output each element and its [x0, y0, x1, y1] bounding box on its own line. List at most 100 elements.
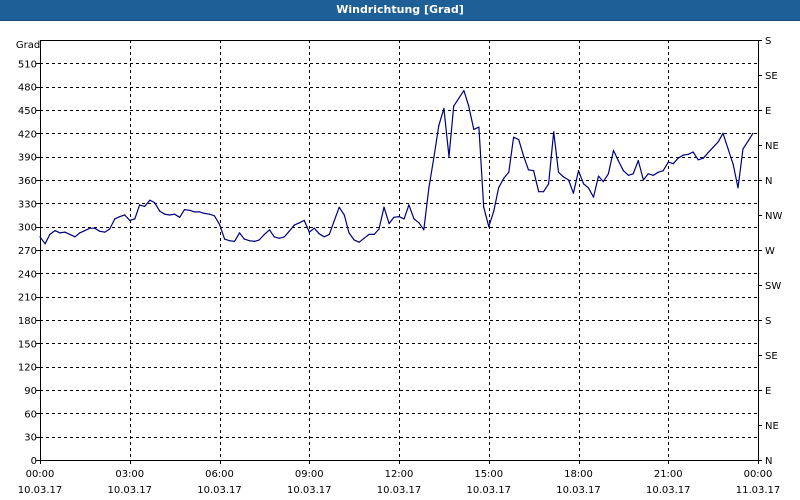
- data-point: [717, 141, 719, 143]
- data-point: [164, 213, 166, 215]
- data-point: [343, 214, 345, 216]
- y-tick-label: 210: [18, 293, 37, 304]
- data-point: [433, 156, 435, 158]
- data-point: [732, 163, 734, 165]
- data-point: [448, 156, 450, 158]
- data-point: [583, 183, 585, 185]
- x-tick-date: 10.03.17: [287, 485, 332, 496]
- data-point: [527, 169, 530, 171]
- data-point: [273, 236, 275, 238]
- data-point: [568, 179, 570, 181]
- data-point: [413, 218, 415, 220]
- data-point: [54, 230, 56, 232]
- data-point: [84, 230, 86, 232]
- data-point: [632, 173, 634, 175]
- data-point: [493, 210, 495, 212]
- data-point: [592, 196, 595, 198]
- data-point: [503, 177, 505, 179]
- x-tick-time: 18:00: [564, 469, 593, 480]
- data-point: [647, 173, 649, 175]
- x-tick-date: 10.03.17: [466, 485, 511, 496]
- data-point: [438, 125, 440, 127]
- data-point: [258, 239, 260, 241]
- data-point: [483, 206, 485, 208]
- data-point: [378, 228, 380, 230]
- data-point: [213, 215, 215, 217]
- data-point: [134, 218, 136, 220]
- data-point: [228, 240, 230, 242]
- right-tick-label: E: [765, 386, 771, 397]
- y-tick-label: 180: [18, 316, 37, 327]
- data-point: [368, 233, 370, 235]
- data-point: [468, 105, 470, 107]
- y-tick-label: 120: [18, 363, 37, 374]
- data-point: [642, 179, 645, 181]
- y-axis-labels: 0 30 60 90 120 150 180 210 240 270 300 330 360 390 420…: [18, 59, 37, 467]
- wind-direction-chart: 0 30 60 90 120 150 180 210 240 270 300 330 360 390 420…: [16, 36, 783, 496]
- y-tick-label: 330: [18, 199, 37, 210]
- data-point: [538, 191, 540, 193]
- right-tick-label: SE: [765, 71, 778, 82]
- data-point: [682, 154, 684, 156]
- data-point: [687, 153, 689, 155]
- data-point: [189, 209, 191, 211]
- data-point: [224, 238, 226, 240]
- data-point: [49, 233, 51, 235]
- data-point: [518, 139, 520, 141]
- data-point: [363, 237, 365, 239]
- data-point: [353, 239, 355, 241]
- x-tick-date: 10.03.17: [107, 485, 152, 496]
- right-tick-label: N: [765, 176, 772, 187]
- data-point: [508, 171, 510, 173]
- x-tick-date: 11.03.17: [736, 485, 781, 496]
- x-tick-time: 21:00: [654, 469, 683, 480]
- data-point: [677, 157, 679, 159]
- data-point: [149, 199, 151, 201]
- data-point: [523, 156, 525, 158]
- y-tick-label: 420: [18, 129, 37, 140]
- series-layer: [39, 90, 754, 245]
- data-point: [393, 216, 395, 218]
- y-tick-label: 90: [24, 386, 37, 397]
- data-point: [104, 231, 106, 233]
- data-point: [59, 232, 61, 234]
- data-point: [672, 163, 674, 165]
- grid: [36, 40, 759, 464]
- data-point: [577, 170, 580, 172]
- data-point: [69, 233, 71, 235]
- data-point: [333, 220, 335, 222]
- data-point: [338, 206, 340, 208]
- right-tick-label: S: [765, 36, 771, 47]
- data-point: [209, 213, 211, 215]
- data-point: [313, 227, 315, 229]
- x-tick-time: 03:00: [115, 469, 144, 480]
- right-tick-label: NE: [765, 141, 779, 152]
- y-tick-label: 60: [24, 409, 37, 420]
- data-point: [548, 183, 550, 185]
- data-point: [328, 233, 330, 235]
- data-point: [159, 210, 161, 212]
- data-point: [308, 231, 310, 233]
- series-line: [39, 90, 754, 245]
- x-tick-time: 09:00: [295, 469, 324, 480]
- data-point: [697, 159, 699, 161]
- data-point: [183, 209, 186, 211]
- data-point: [179, 216, 181, 218]
- data-point: [473, 128, 475, 130]
- data-point: [288, 230, 290, 232]
- x-tick-date: 10.03.17: [197, 485, 242, 496]
- data-point: [553, 131, 555, 133]
- data-point: [268, 229, 271, 231]
- data-point: [74, 236, 76, 238]
- y-tick-label: 30: [24, 433, 37, 444]
- data-point: [398, 216, 400, 218]
- data-point: [443, 107, 445, 109]
- data-point: [403, 218, 405, 220]
- data-point: [498, 187, 500, 189]
- y-tick-label: 390: [18, 153, 37, 164]
- data-point: [139, 204, 141, 206]
- data-point: [712, 146, 714, 148]
- y-tick-label: 360: [18, 176, 37, 187]
- data-point: [263, 233, 265, 235]
- data-point: [657, 171, 660, 173]
